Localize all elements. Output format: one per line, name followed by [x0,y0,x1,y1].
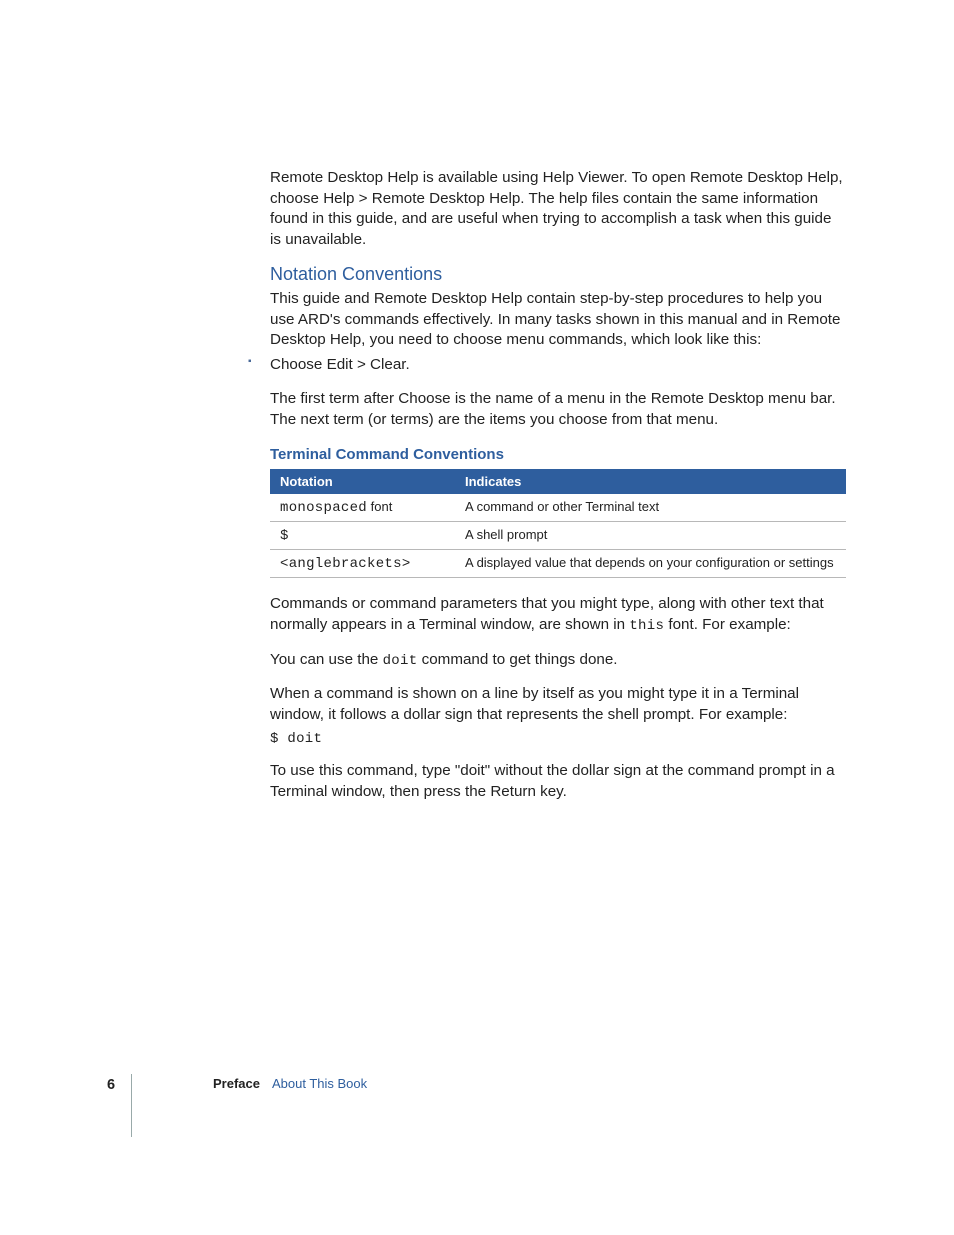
section-heading-notation-conventions: Notation Conventions [270,264,846,285]
table-header-row: Notation Indicates [270,469,846,494]
cell-notation: monospaced font [270,494,455,522]
footer-separator [131,1074,132,1137]
text-run: font. For example: [664,616,791,633]
mono-text: monospaced [280,500,367,516]
intro-paragraph: Remote Desktop Help is available using H… [270,168,846,250]
mono-text: this [629,618,664,634]
mono-text: doit [383,653,418,669]
footer-chapter-name: About This Book [272,1076,367,1091]
after-para-3: When a command is shown on a line by its… [270,684,846,725]
section-para-2: The first term after Choose is the name … [270,389,846,430]
table-row: $ A shell prompt [270,522,846,550]
after-para-4: To use this command, type "doit" without… [270,761,846,802]
cell-notation: $ [270,522,455,550]
cell-notation: <anglebrackets> [270,550,455,578]
notation-table: Notation Indicates monospaced font A com… [270,469,846,578]
text-run: You can use the [270,651,383,668]
text-run: command to get things done. [417,651,617,668]
table-row: <anglebrackets> A displayed value that d… [270,550,846,578]
content-column: Remote Desktop Help is available using H… [270,168,846,817]
after-para-2: You can use the doit command to get thin… [270,650,846,671]
after-para-1: Commands or command parameters that you … [270,594,846,635]
page-number: 6 [107,1077,115,1093]
page: Remote Desktop Help is available using H… [0,0,954,1235]
bullet-choose-edit-clear: Choose Edit > Clear. [248,355,846,376]
footer-section-name: Preface [213,1076,260,1091]
page-footer: 6 Preface About This Book [107,1076,847,1094]
table-row: monospaced font A command or other Termi… [270,494,846,522]
cell-indicates: A command or other Terminal text [455,494,846,522]
cell-indicates: A shell prompt [455,522,846,550]
cell-indicates: A displayed value that depends on your c… [455,550,846,578]
mono-text: $ [280,528,289,544]
footer-text: Preface About This Book [213,1076,367,1091]
code-line: $ doit [270,731,846,747]
table-header-indicates: Indicates [455,469,846,494]
mono-text: <anglebrackets> [280,556,411,572]
table-header-notation: Notation [270,469,455,494]
section-para-1: This guide and Remote Desktop Help conta… [270,289,846,351]
tail-text: font [367,499,392,514]
subheading-terminal-command-conventions: Terminal Command Conventions [270,446,846,463]
